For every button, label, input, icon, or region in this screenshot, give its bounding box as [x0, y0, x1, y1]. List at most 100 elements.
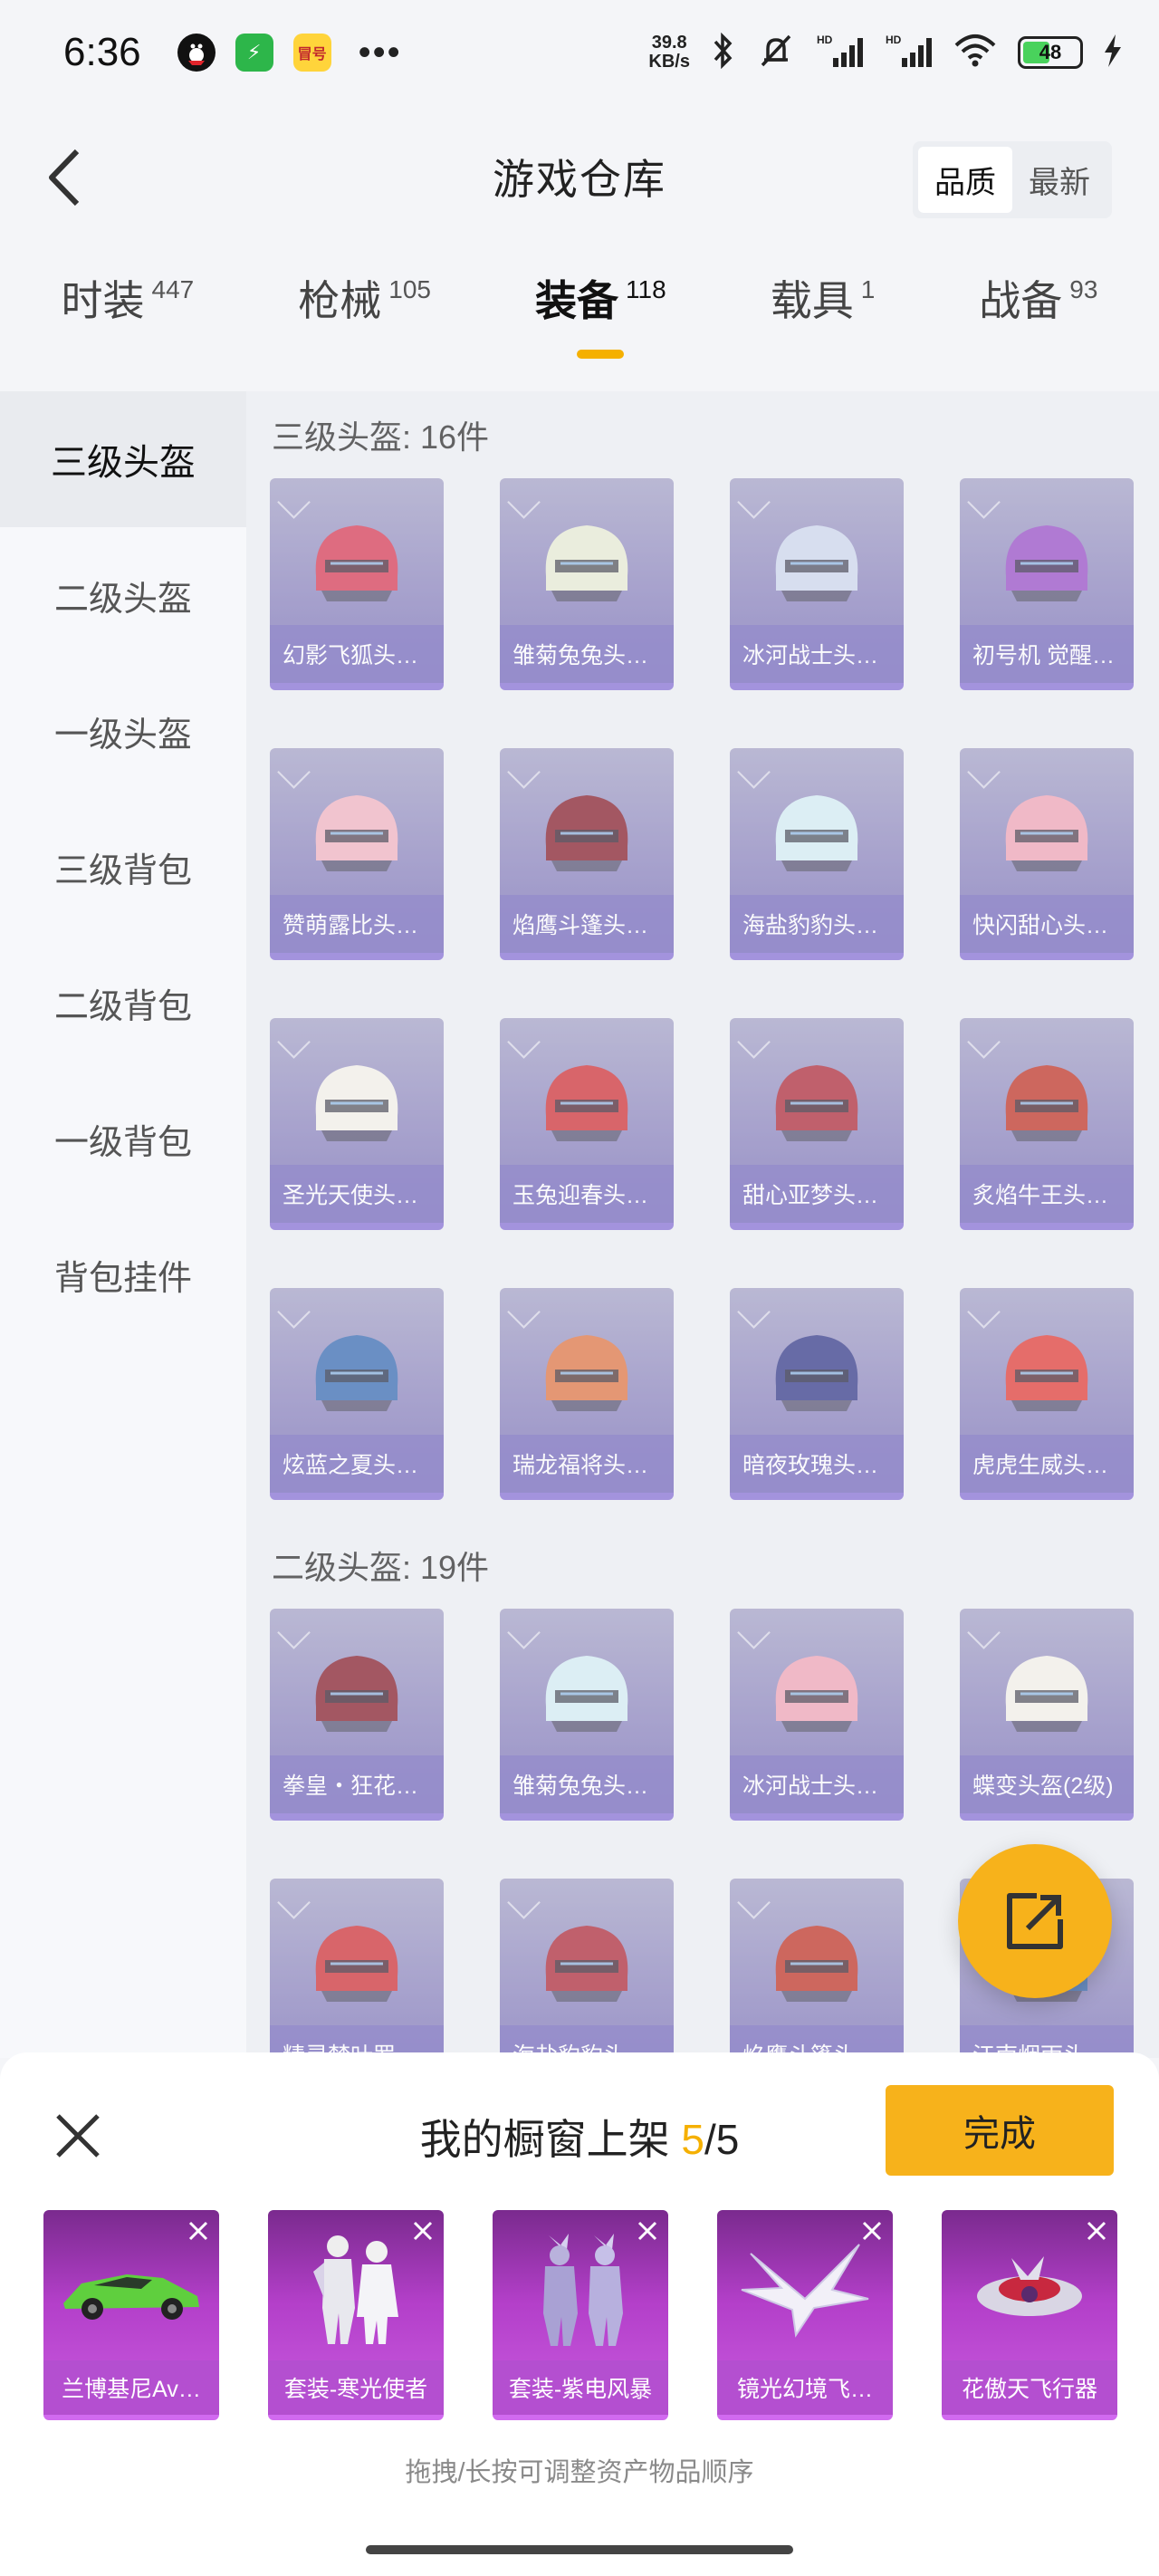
- showcase-item[interactable]: 兰博基尼Av…: [43, 2210, 219, 2420]
- item-name: 冰河战士头…: [730, 625, 904, 683]
- showcase-item[interactable]: 镜光幻境飞…: [717, 2210, 893, 2420]
- item-card[interactable]: 快闪甜心头…: [960, 748, 1134, 960]
- item-card[interactable]: 初号机 觉醒…: [960, 478, 1134, 690]
- helmet-icon: [270, 1636, 444, 1752]
- item-grid-level3-helmet: 幻影飞狐头… 雏菊兔兔头… 冰河战士头… 初号机 觉醒… 赞萌露比头… 焰鹰斗篷头… 海盐豹…: [246, 478, 1159, 1500]
- showcase-item[interactable]: 花傲天飞行器: [942, 2210, 1117, 2420]
- sidebar-item-level1-backpack[interactable]: 一级背包: [0, 1071, 246, 1206]
- tab-count: 105: [388, 275, 431, 303]
- helmet-icon: [270, 505, 444, 621]
- done-button[interactable]: 完成: [886, 2085, 1114, 2176]
- helmet-icon: [270, 1045, 444, 1161]
- helmet-icon: [500, 505, 674, 621]
- sidebar-item-level3-backpack[interactable]: 三级背包: [0, 799, 246, 935]
- item-card[interactable]: 炙焰牛王头…: [960, 1018, 1134, 1230]
- tab-fashion[interactable]: 时装 447: [62, 268, 195, 328]
- item-card[interactable]: 雏菊兔兔头…: [500, 1609, 674, 1821]
- item-card[interactable]: 幻影飞狐头…: [270, 478, 444, 690]
- item-card[interactable]: 冰河战士头…: [730, 478, 904, 690]
- remove-icon[interactable]: [1081, 2216, 1112, 2246]
- signal-hd-2-icon: HD: [884, 33, 933, 73]
- helmet-icon: [730, 1906, 904, 2022]
- item-card[interactable]: 冰河战士头…: [730, 1609, 904, 1821]
- tab-label: 枪械: [298, 277, 382, 324]
- sort-newest-button[interactable]: 最新: [1012, 147, 1106, 213]
- category-tabs: 时装 447 枪械 105 装备 118 载具 1 战备 93: [0, 268, 1159, 368]
- item-card[interactable]: 拳皇・狂花…: [270, 1609, 444, 1821]
- item-name: 雏菊兔兔头…: [500, 625, 674, 683]
- helmet-icon: [730, 1315, 904, 1431]
- item-name: 炙焰牛王头…: [960, 1165, 1134, 1223]
- item-card[interactable]: 雏菊兔兔头…: [500, 478, 674, 690]
- tab-supplies[interactable]: 战备 93: [979, 268, 1097, 328]
- item-name: 圣光天使头…: [270, 1165, 444, 1223]
- bluetooth-icon: [710, 32, 737, 73]
- remove-icon[interactable]: [407, 2216, 438, 2246]
- svg-text:HD: HD: [886, 34, 902, 46]
- page-header: 游戏仓库 品质 最新: [0, 118, 1159, 235]
- showcase-item-name: 套装-紫电风暴: [493, 2360, 668, 2415]
- showcase-item[interactable]: 套装-寒光使者: [268, 2210, 444, 2420]
- showcase-item[interactable]: 套装-紫电风暴: [493, 2210, 668, 2420]
- tab-firearms[interactable]: 枪械 105: [298, 268, 431, 328]
- remove-icon[interactable]: [632, 2216, 663, 2246]
- item-card[interactable]: 玉兔迎春头…: [500, 1018, 674, 1230]
- helmet-icon: [270, 1315, 444, 1431]
- tab-count: 1: [860, 275, 876, 303]
- item-card[interactable]: 赞萌露比头…: [270, 748, 444, 960]
- sidebar-item-backpack-charm[interactable]: 背包挂件: [0, 1206, 246, 1342]
- showcase-item-name: 花傲天飞行器: [942, 2360, 1117, 2415]
- silent-icon: [757, 33, 795, 73]
- more-notifications-icon: •••: [358, 32, 402, 72]
- sidebar-item-level2-backpack[interactable]: 二级背包: [0, 935, 246, 1071]
- subcategory-sidebar: 三级头盔 二级头盔 一级头盔 三级背包 二级背包 一级背包 背包挂件: [0, 391, 246, 2058]
- helmet-icon: [500, 1315, 674, 1431]
- helmet-icon: [500, 775, 674, 891]
- tab-count: 447: [151, 275, 195, 303]
- item-card[interactable]: 甜心亚梦头…: [730, 1018, 904, 1230]
- helmet-icon: [730, 1045, 904, 1161]
- item-name: 焰鹰斗篷头…: [500, 895, 674, 953]
- reorder-hint: 拖拽/长按可调整资产物品顺序: [405, 2458, 754, 2487]
- item-card[interactable]: 焰鹰斗篷头…: [730, 1879, 904, 2058]
- item-card[interactable]: 海盐豹豹头…: [730, 748, 904, 960]
- sidebar-item-level1-helmet[interactable]: 一级头盔: [0, 663, 246, 799]
- showcase-item-name: 镜光幻境飞…: [717, 2360, 893, 2415]
- home-indicator[interactable]: [366, 2545, 793, 2554]
- item-name: 快闪甜心头…: [960, 895, 1134, 953]
- remove-icon[interactable]: [183, 2216, 214, 2246]
- sort-quality-button[interactable]: 品质: [918, 147, 1012, 213]
- item-card[interactable]: 焰鹰斗篷头…: [500, 748, 674, 960]
- showcase-row: 兰博基尼Av… 套装-寒光使者 套装-紫电风暴 镜光幻境飞… 花傲天飞行器: [43, 2210, 1117, 2420]
- item-card[interactable]: 虎虎生威头…: [960, 1288, 1134, 1500]
- svg-text:HD: HD: [817, 34, 833, 46]
- item-card[interactable]: 精灵梦叶罗…: [270, 1879, 444, 2058]
- item-name: 玉兔迎春头…: [500, 1165, 674, 1223]
- sidebar-item-level2-helmet[interactable]: 二级头盔: [0, 527, 246, 663]
- share-button[interactable]: [958, 1844, 1112, 1998]
- item-card[interactable]: 瑞龙福将头…: [500, 1288, 674, 1500]
- active-tab-indicator: [577, 350, 625, 359]
- item-name: 冰河战士头…: [730, 1755, 904, 1813]
- item-card[interactable]: 暗夜玫瑰头…: [730, 1288, 904, 1500]
- tab-vehicles[interactable]: 载具 1: [771, 268, 876, 328]
- helmet-icon: [270, 775, 444, 891]
- helmet-icon: [960, 1045, 1134, 1161]
- item-card[interactable]: 炫蓝之夏头…: [270, 1288, 444, 1500]
- helmet-icon: [960, 1315, 1134, 1431]
- network-speed-unit: KB/s: [648, 52, 690, 72]
- battery-indicator: 48: [1018, 36, 1083, 69]
- section-title: 三级头盔: 16件: [272, 418, 490, 456]
- tab-equipment[interactable]: 装备 118: [535, 268, 666, 359]
- remove-icon[interactable]: [857, 2216, 887, 2246]
- sidebar-item-level3-helmet[interactable]: 三级头盔: [0, 391, 246, 527]
- status-indicators: 39.8 KB/s HD HD 48: [648, 32, 1123, 73]
- item-name: 幻影飞狐头…: [270, 625, 444, 683]
- item-name: 虎虎生威头…: [960, 1435, 1134, 1493]
- item-card[interactable]: 圣光天使头…: [270, 1018, 444, 1230]
- showcase-sheet: 我的橱窗上架 5/5 完成 兰博基尼Av… 套装-寒光使者 套装-紫电风暴 镜光…: [0, 2052, 1159, 2576]
- item-card[interactable]: 海盐豹豹头…: [500, 1879, 674, 2058]
- battery-level: 48: [1039, 41, 1062, 63]
- item-name: 赞萌露比头…: [270, 895, 444, 953]
- item-card[interactable]: 蝶变头盔(2级): [960, 1609, 1134, 1821]
